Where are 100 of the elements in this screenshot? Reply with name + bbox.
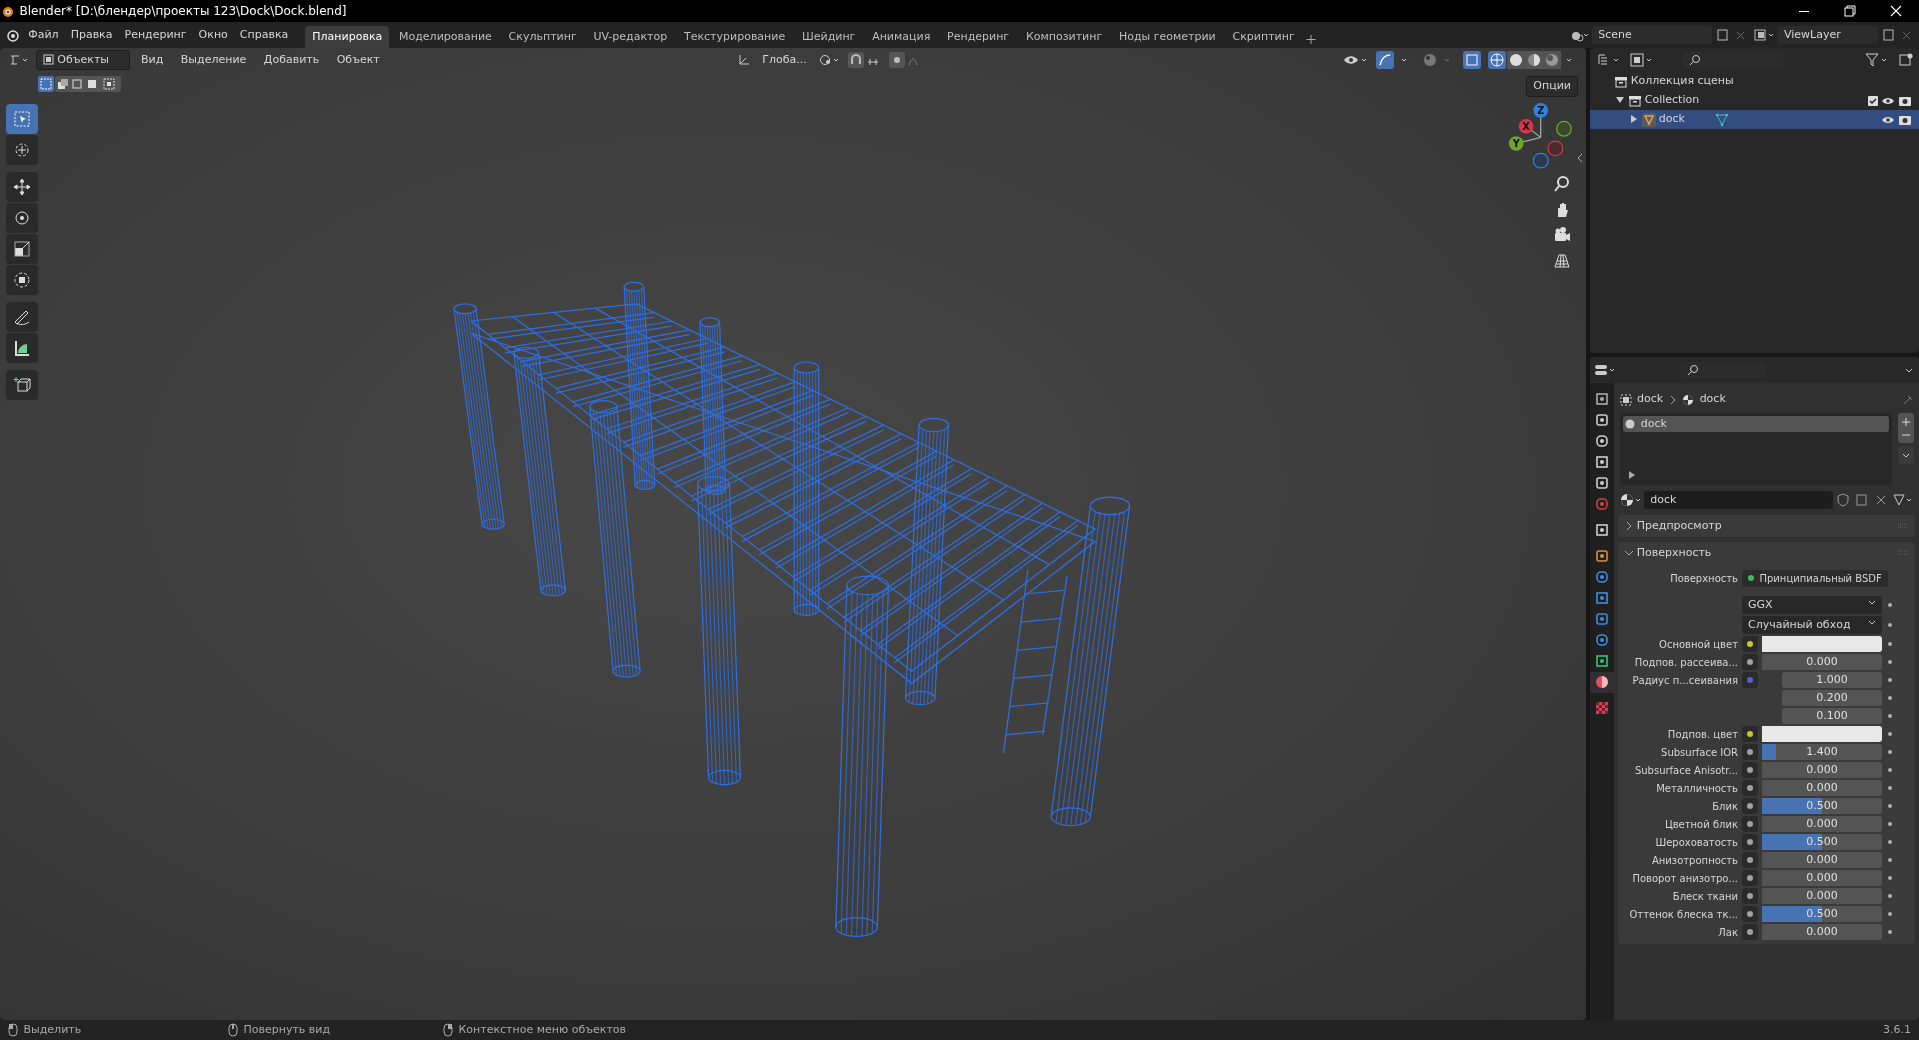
dropdown-field[interactable]: Случайный обход [1742,615,1882,635]
value-slider[interactable]: 0.000 [1762,816,1882,832]
view-layer-icon[interactable] [1753,26,1776,44]
navigation-gizmo-drawing[interactable] [1508,103,1572,169]
square-icon[interactable] [1595,591,1609,605]
keyframe-dot[interactable] [1888,768,1892,772]
keyframe-dot[interactable] [1888,822,1892,826]
dropdown-field[interactable]: GGX [1742,595,1882,615]
workspace-tab[interactable]: Ноды геометрии [1111,25,1223,48]
search-field[interactable] [1680,362,1765,378]
value-slider[interactable]: 1.400 [1762,744,1882,760]
outliner-row[interactable]: Коллекция сцены [1590,72,1919,91]
value-slider[interactable]: 0.000 [1762,924,1882,940]
options-dropdown[interactable]: Опции [1526,76,1578,97]
xray-icon[interactable] [1462,51,1483,69]
socket-button[interactable] [1742,726,1758,742]
square-icon[interactable] [1595,654,1609,668]
color-swatch[interactable] [1762,636,1882,652]
menu-item[interactable]: Рендеринг [118,24,193,46]
keyframe-dot[interactable] [1888,678,1892,682]
transform-icon[interactable] [12,270,32,290]
checkbox-icon[interactable] [1867,94,1879,107]
keyframe-dot[interactable] [1888,750,1892,754]
keyframe-dot[interactable] [1888,603,1892,607]
value-field[interactable]: 0.200 [1782,690,1882,706]
square-icon[interactable] [1595,476,1609,490]
socket-button[interactable] [1742,798,1758,814]
square-icon[interactable] [1595,413,1609,427]
mode-dropdown[interactable]: Объекты [35,49,130,71]
keyframe-dot[interactable] [1888,930,1892,934]
menu-item[interactable]: Выделение [174,49,253,71]
value-field[interactable]: 0.100 [1782,708,1882,724]
camera-icon[interactable] [1897,94,1913,107]
duplicate-icon[interactable] [1880,27,1897,43]
menu-item[interactable]: Правка [64,24,119,46]
workspace-tab[interactable]: Шейдинг [794,25,863,48]
fake-user-icon[interactable] [1835,492,1852,508]
tool-button[interactable] [6,265,38,295]
value-slider[interactable]: 0.000 [1762,762,1882,778]
workspace-tab[interactable]: UV-редактор [586,25,675,48]
socket-button[interactable] [1742,780,1758,796]
outliner-row[interactable]: dock [1590,110,1919,129]
value-slider[interactable]: 0.000 [1762,852,1882,868]
menu-item[interactable]: Справка [233,24,295,46]
value-slider[interactable]: 0.000 [1762,654,1882,670]
workspace-tab[interactable]: Композитинг [1018,25,1110,48]
checker-texture-icon[interactable] [1595,701,1609,715]
expand-arrow-icon[interactable] [1627,471,1636,480]
menu-item[interactable]: Окно [192,24,234,46]
value-slider[interactable]: 0.500 [1762,798,1882,814]
workspace-tab[interactable]: Рендеринг [940,25,1017,48]
socket-button[interactable] [1742,744,1758,760]
pin-icon[interactable] [1901,393,1914,406]
material-sphere-icon[interactable] [1595,675,1609,689]
move-icon[interactable] [12,177,32,197]
keyframe-dot[interactable] [1888,894,1892,898]
color-swatch[interactable] [1762,726,1882,742]
workspace-tab[interactable]: Моделирование [392,25,499,48]
workspace-tab[interactable]: Текстурирование [676,25,793,48]
socket-button[interactable] [1742,762,1758,778]
keyframe-dot[interactable] [1888,732,1892,736]
menu-item[interactable]: Объект [330,49,386,71]
tool-button[interactable] [6,172,38,202]
keyframe-dot[interactable] [1888,858,1892,862]
shader-field[interactable]: Принципиальный BSDF [1742,569,1888,587]
socket-button[interactable] [1742,906,1758,922]
editor-type-icon[interactable] [8,52,30,68]
workspace-tab[interactable]: Скульптинг [501,25,584,48]
collapsed-arrow-icon[interactable] [1630,115,1638,124]
add-cube-icon[interactable] [12,375,32,395]
expanded-arrow-icon[interactable] [1616,96,1624,105]
square-icon[interactable] [1595,633,1609,647]
rotate-icon[interactable] [12,208,32,228]
scene-field[interactable]: Scene [1592,25,1713,45]
workspace-tab[interactable]: Анимация [865,25,938,48]
select-modes-icon[interactable] [38,76,122,92]
socket-button[interactable] [1742,852,1758,868]
value-slider[interactable]: 0.000 [1762,780,1882,796]
material-browse-icon[interactable] [1619,492,1642,508]
keyframe-dot[interactable] [1888,912,1892,916]
material-slot[interactable]: dock [1622,416,1889,433]
value-field[interactable]: 1.000 [1782,672,1882,688]
orientation-icon[interactable] [736,53,751,67]
square-icon[interactable] [1595,392,1609,406]
orientation-dropdown[interactable]: Глоба... [756,49,813,71]
mesh-browse-icon[interactable] [1891,492,1914,508]
menu-item[interactable]: Добавить [257,49,326,71]
camera-icon[interactable] [1897,113,1913,126]
socket-button[interactable] [1742,888,1758,904]
keyframe-dot[interactable] [1888,876,1892,880]
tool-button[interactable] [6,234,38,264]
keyframe-dot[interactable] [1888,786,1892,790]
socket-button[interactable] [1742,834,1758,850]
zoom-icon[interactable] [1552,174,1572,194]
keyframe-dot[interactable] [1888,714,1892,718]
keyframe-dot[interactable] [1888,840,1892,844]
value-slider[interactable]: 0.000 [1762,870,1882,886]
material-name-field[interactable]: dock [1644,490,1833,510]
keyframe-dot[interactable] [1888,623,1892,627]
keyframe-dot[interactable] [1888,696,1892,700]
